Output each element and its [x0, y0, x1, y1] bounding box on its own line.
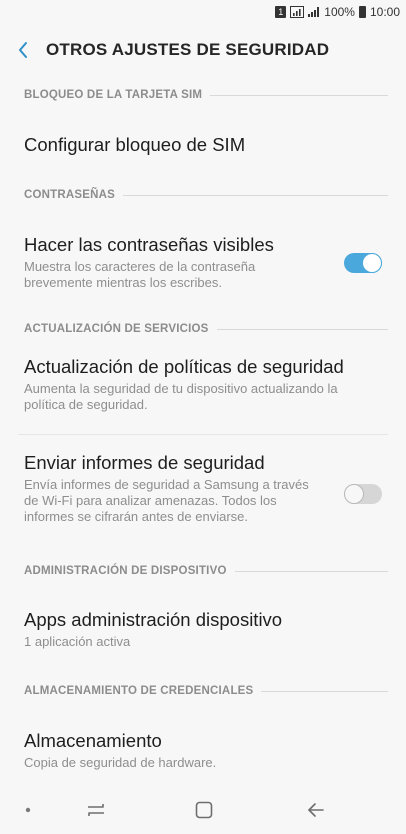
item-subtitle: Envía informes de seguridad a Samsung a …	[24, 477, 309, 524]
item-title: Configurar bloqueo de SIM	[24, 134, 246, 155]
section-divider	[234, 570, 388, 572]
section-header-passwords: CONTRASEÑAS	[0, 180, 406, 210]
settings-item-sim-lock[interactable]: Configurar bloqueo de SIM	[0, 110, 406, 180]
section-divider	[210, 94, 388, 96]
home-button[interactable]	[182, 786, 226, 834]
visible-passwords-toggle[interactable]	[344, 253, 382, 273]
recents-button[interactable]	[74, 786, 118, 834]
settings-item-policy-updates[interactable]: Actualización de políticas de seguridad …	[0, 344, 406, 434]
section-header-updates: ACTUALIZACIÓN DE SERVICIOS	[0, 314, 406, 344]
recents-icon	[88, 804, 104, 816]
section-header-sim: BLOQUEO DE LA TARJETA SIM	[0, 80, 406, 110]
item-title: Actualización de políticas de seguridad	[24, 356, 344, 377]
item-subtitle: 1 aplicación activa	[24, 634, 131, 649]
signal-icon	[290, 6, 305, 18]
settings-list: BLOQUEO DE LA TARJETA SIM Configurar blo…	[0, 80, 406, 786]
page-title: OTROS AJUSTES DE SEGURIDAD	[46, 40, 330, 59]
signal-strength-icon	[308, 7, 320, 17]
section-header-device-admin: ADMINISTRACIÓN DE DISPOSITIVO	[0, 556, 406, 586]
sim-icon: 1	[275, 6, 287, 18]
chevron-left-icon	[19, 42, 27, 58]
item-title: Almacenamiento	[24, 730, 162, 751]
clock: 10:00	[369, 5, 400, 19]
item-title: Enviar informes de seguridad	[24, 452, 265, 473]
toggle-knob	[344, 484, 364, 504]
status-bar: 1 100% 10:00	[0, 0, 406, 24]
battery-percent: 100%	[324, 5, 355, 19]
settings-item-storage[interactable]: Almacenamiento Copia de seguridad de har…	[0, 706, 406, 786]
navigation-bar	[0, 786, 406, 834]
home-icon	[195, 801, 213, 819]
settings-item-security-reports[interactable]: Enviar informes de seguridad Envía infor…	[0, 435, 406, 556]
back-nav-button[interactable]	[294, 786, 338, 834]
toggle-knob	[362, 253, 382, 273]
dot-icon	[25, 807, 31, 813]
back-arrow-icon	[308, 803, 324, 817]
item-subtitle: Aumenta la seguridad de tu dispositivo a…	[24, 381, 338, 412]
nav-dot-button[interactable]	[16, 786, 40, 834]
item-subtitle: Copia de seguridad de hardware.	[24, 755, 217, 770]
settings-item-device-admin[interactable]: Apps administración dispositivo 1 aplica…	[0, 586, 406, 676]
section-divider	[261, 690, 388, 692]
item-title: Apps administración dispositivo	[24, 609, 283, 630]
item-title: Hacer las contraseñas visibles	[24, 234, 274, 255]
item-subtitle: Muestra los caracteres de la contraseña …	[24, 259, 256, 290]
section-header-credentials: ALMACENAMIENTO DE CREDENCIALES	[0, 676, 406, 706]
battery-icon	[358, 6, 366, 18]
settings-item-visible-passwords[interactable]: Hacer las contraseñas visibles Muestra l…	[0, 210, 406, 314]
section-divider	[216, 328, 388, 330]
security-reports-toggle[interactable]	[344, 484, 382, 504]
section-divider	[123, 194, 388, 196]
back-button[interactable]	[0, 30, 46, 70]
app-bar: OTROS AJUSTES DE SEGURIDAD	[0, 30, 406, 70]
